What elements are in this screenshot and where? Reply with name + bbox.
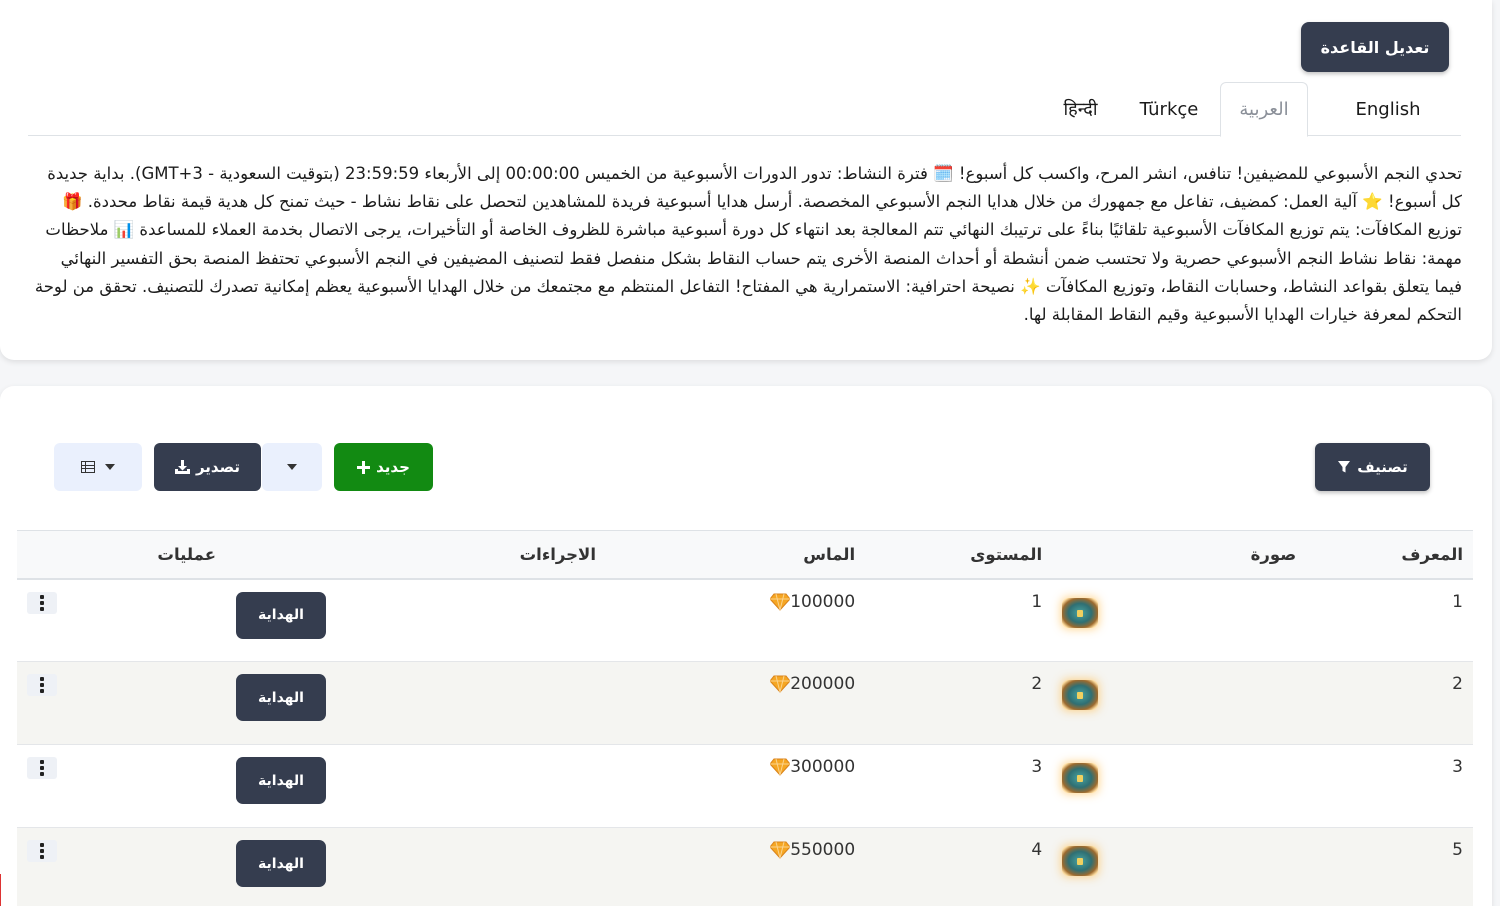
tab-english[interactable]: English: [1315, 82, 1461, 136]
column-header-level: المستوى: [865, 530, 1053, 580]
cell-diamond: 550000: [606, 827, 866, 906]
download-icon: [174, 460, 190, 474]
diamond-icon: [770, 593, 791, 611]
column-header-image: صورة: [1052, 530, 1307, 580]
diamond-icon: [770, 675, 791, 693]
gift-button[interactable]: الهداية: [236, 674, 327, 721]
new-label: جديد: [376, 458, 410, 476]
gift-button[interactable]: الهداية: [236, 840, 327, 887]
chevron-down-icon: [287, 464, 297, 470]
table-columns-icon: [81, 461, 95, 473]
edit-rule-button[interactable]: تعديل القاعدة: [1301, 22, 1449, 72]
language-tabs: English العربية Türkçe हिन्दी: [28, 82, 1461, 137]
cell-image: [1052, 744, 1307, 828]
cell-level: 4: [865, 827, 1053, 906]
cell-image: [1052, 578, 1307, 662]
rule-card: تعديل القاعدة English العربية Türkçe हिन…: [0, 0, 1492, 360]
diamond-value: 550000: [790, 840, 856, 860]
table-header-row: المعرف صورة المستوى الماس الاجراءات عملي…: [17, 530, 1473, 580]
plus-icon: [357, 460, 371, 474]
cell-level: 3: [865, 744, 1053, 828]
cell-operations: [17, 744, 226, 828]
filter-button[interactable]: تصنيف: [1315, 443, 1430, 491]
filter-icon: [1338, 461, 1351, 473]
tab-arabic[interactable]: العربية: [1220, 82, 1308, 137]
export-button[interactable]: تصدير: [154, 443, 261, 491]
cell-level: 2: [865, 661, 1053, 745]
kebab-menu-icon[interactable]: [27, 840, 57, 862]
cell-operations: [17, 661, 226, 745]
cell-id: 1: [1306, 578, 1473, 662]
column-header-operations: عمليات: [17, 530, 226, 580]
cell-actions: الهداية: [226, 827, 607, 906]
cell-actions: الهداية: [226, 661, 607, 745]
diamond-value: 300000: [790, 757, 856, 777]
cell-actions: الهداية: [226, 578, 607, 662]
cell-id: 2: [1306, 661, 1473, 745]
export-label: تصدير: [195, 458, 241, 476]
tab-turkish[interactable]: Türkçe: [1123, 82, 1215, 136]
cell-image: [1052, 661, 1307, 745]
kebab-menu-icon[interactable]: [27, 591, 57, 614]
kebab-menu-icon[interactable]: [27, 757, 57, 779]
rewards-table: المعرف صورة المستوى الماس الاجراءات عملي…: [17, 530, 1473, 906]
treasure-chest-icon: [1062, 763, 1099, 793]
cell-level: 1: [865, 578, 1053, 662]
cell-diamond: 300000: [606, 744, 866, 828]
cell-actions: الهداية: [226, 744, 607, 828]
cell-id: 3: [1306, 744, 1473, 828]
column-header-actions: الاجراءات: [226, 530, 607, 580]
diamond-icon: [770, 841, 791, 859]
table-row: 5 4 550000 الهداية: [17, 827, 1473, 906]
treasure-chest-icon: [1062, 597, 1099, 628]
cell-image: [1052, 827, 1307, 906]
gift-button[interactable]: الهداية: [236, 591, 327, 639]
column-header-diamond: الماس: [606, 530, 866, 580]
edge-marker: [0, 874, 8, 906]
more-dropdown-button[interactable]: [262, 443, 322, 491]
table-row: 1 1 100000 الهداية: [17, 578, 1473, 662]
gift-button[interactable]: الهداية: [236, 757, 327, 804]
column-header-id: المعرف: [1306, 530, 1473, 580]
tab-hindi[interactable]: हिन्दी: [1043, 82, 1118, 136]
table-row: 3 3 300000 الهداية: [17, 744, 1473, 828]
columns-toggle-button[interactable]: [54, 443, 142, 491]
cell-operations: [17, 578, 226, 662]
diamond-icon: [770, 758, 791, 776]
cell-diamond: 200000: [606, 661, 866, 745]
rule-description: تحدي النجم الأسبوعي للمضيفين! تنافس، انش…: [34, 164, 1462, 325]
diamond-value: 100000: [790, 591, 856, 612]
new-button[interactable]: جديد: [334, 443, 433, 491]
chevron-down-icon: [105, 464, 115, 470]
table-row: 2 2 200000 الهداية: [17, 661, 1473, 745]
diamond-value: 200000: [790, 674, 856, 694]
cell-id: 5: [1306, 827, 1473, 906]
kebab-menu-icon[interactable]: [27, 674, 57, 696]
treasure-chest-icon: [1062, 846, 1099, 876]
cell-operations: [17, 827, 226, 906]
treasure-chest-icon: [1062, 680, 1099, 710]
cell-diamond: 100000: [606, 578, 866, 662]
filter-label: تصنيف: [1357, 458, 1408, 476]
